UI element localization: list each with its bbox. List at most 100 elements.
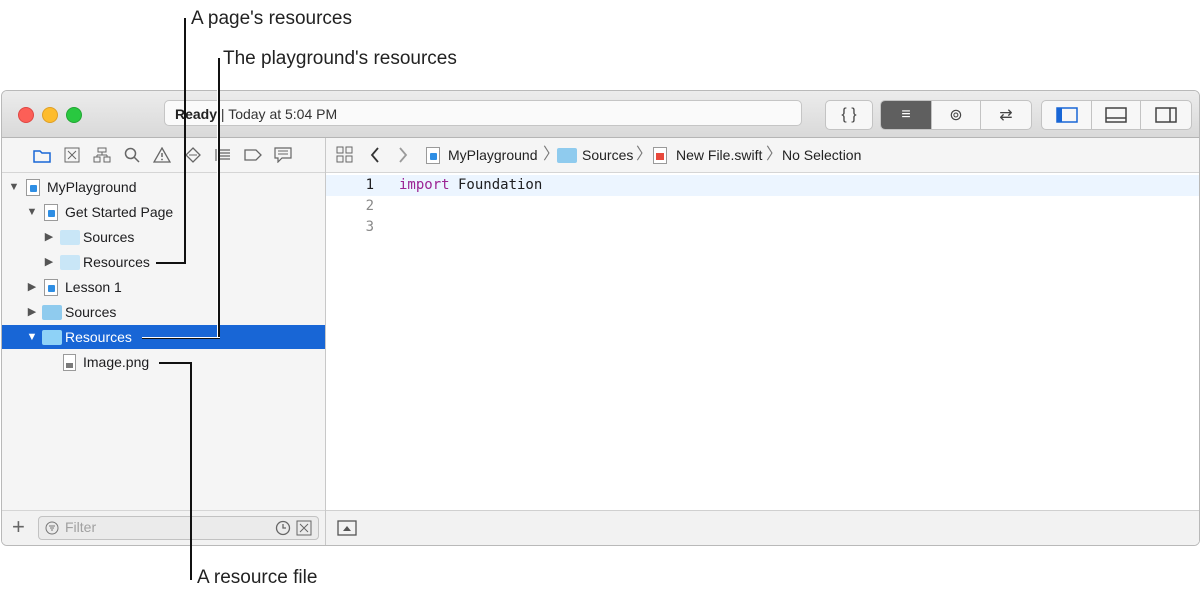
swift-file-icon [44,279,58,296]
line-number: 2 [365,198,374,214]
activity-viewer: Ready | Today at 5:04 PM [164,100,802,126]
xcode-window: Ready | Today at 5:04 PM { } ≡ ⊚ ⇄ ▼ MyP… [1,90,1200,546]
navigator-footer: + Filter [2,510,325,545]
tree-label: Sources [65,304,117,320]
code-line[interactable]: 3 [326,217,1199,238]
search-icon[interactable] [122,146,142,164]
filter-placeholder: Filter [65,519,97,535]
code-keyword: import [399,177,450,193]
line-number: 1 [365,177,374,193]
folder-nav-icon[interactable] [32,146,52,164]
tree-label: Image.png [83,354,150,370]
library-button-group: { } [825,100,873,130]
standard-editor-button[interactable]: ≡ [881,101,932,129]
tree-label: Resources [65,329,132,345]
library-button[interactable]: { } [826,101,872,129]
project-navigator: ▼ MyPlayground ▼ Get Started Page ▶ Sour… [2,138,326,545]
jumpbar-separator-icon: 〉 [636,146,653,163]
disclosure-expanded-icon[interactable]: ▼ [8,175,20,199]
breakpoint-tag-icon[interactable] [243,146,263,164]
callout-line-playground-resources [142,338,220,339]
report-bubble-icon[interactable] [273,146,293,164]
version-editor-button[interactable]: ⇄ [981,101,1031,129]
jump-bar: MyPlayground 〉 Sources 〉 New File.swift … [326,138,1199,173]
navigator-toolbar [2,138,325,173]
callout-line-page-resources [184,18,186,264]
tree-label: Sources [83,229,135,245]
folder-icon [60,230,80,245]
disclosure-collapsed-icon[interactable]: ▶ [43,225,55,249]
callout-playground-resources: The playground's resources [223,48,457,69]
code-identifier: Foundation [449,177,543,193]
code-editor[interactable]: 1 import Foundation 2 3 [326,173,1199,509]
source-control-filter-icon[interactable] [296,520,312,536]
swift-file-icon [44,204,58,221]
code-text: import Foundation [399,175,542,196]
jumpbar-separator-icon: 〉 [766,146,783,163]
debug-bar [326,510,1199,545]
image-file-icon [63,354,76,371]
callout-line-page-resources [156,262,186,264]
tree-label: Resources [83,254,150,270]
add-icon[interactable]: + [12,515,25,539]
debug-nav-icon[interactable] [213,146,233,164]
tree-row-get-started-page[interactable]: ▼ Get Started Page [2,200,325,224]
tree-row-myplayground[interactable]: ▼ MyPlayground [2,175,325,199]
callout-resource-file: A resource file [197,567,318,588]
filter-field[interactable]: Filter [38,516,319,540]
folder-icon [42,305,62,320]
folder-icon [60,255,80,270]
editor-area: MyPlayground 〉 Sources 〉 New File.swift … [326,138,1199,545]
tree-row-sources[interactable]: ▶ Sources [2,300,325,324]
recent-clock-icon[interactable] [275,520,291,536]
symbol-nav-icon[interactable] [92,146,112,164]
source-control-nav-icon[interactable] [62,146,82,164]
line-number: 3 [365,219,374,235]
disclosure-collapsed-icon[interactable]: ▶ [26,275,38,299]
swift-file-icon [26,179,40,196]
callout-line-resource-file [190,362,192,580]
code-line[interactable]: 2 [326,196,1199,217]
status-ready: Ready [175,106,218,122]
jumpbar-item-sources[interactable]: Sources [582,138,633,172]
zoom-button[interactable] [66,107,82,123]
swift-source-file-icon [653,147,667,164]
callout-page-resources: A page's resources [191,8,352,29]
disclosure-expanded-icon[interactable]: ▼ [26,325,38,349]
jumpbar-item-new-file[interactable]: New File.swift [676,138,762,172]
disclosure-collapsed-icon[interactable]: ▶ [43,250,55,274]
warning-icon[interactable] [152,146,172,164]
debug-area-toggle-button[interactable] [1092,101,1141,129]
minimize-button[interactable] [42,107,58,123]
close-button[interactable] [18,107,34,123]
title-bar: Ready | Today at 5:04 PM { } ≡ ⊚ ⇄ [2,91,1199,138]
tree-row-lesson-1[interactable]: ▶ Lesson 1 [2,275,325,299]
callout-line-resource-file [159,362,192,364]
disclosure-collapsed-icon[interactable]: ▶ [26,300,38,324]
folder-icon [557,148,577,163]
callout-line-playground-resources [218,58,220,339]
folder-icon [42,330,62,345]
tree-label: Get Started Page [65,204,174,220]
swift-file-icon [426,147,440,164]
tree-label: MyPlayground [47,179,137,195]
assistant-editor-button[interactable]: ⊚ [932,101,981,129]
back-chevron-icon[interactable] [369,146,381,164]
test-diamond-icon[interactable] [183,146,203,164]
forward-chevron-icon[interactable] [397,146,409,164]
jumpbar-item-playground[interactable]: MyPlayground [448,138,538,172]
related-items-grid-icon[interactable] [336,146,354,164]
navigator-panel-icon [1055,107,1078,123]
code-line[interactable]: 1 import Foundation [326,175,1199,196]
editor-mode-group: ≡ ⊚ ⇄ [880,100,1032,130]
inspector-toggle-button[interactable] [1141,101,1191,129]
tree-row-page-sources[interactable]: ▶ Sources [2,225,325,249]
inspector-panel-icon [1155,107,1177,123]
filter-icon [45,521,59,535]
panel-toggle-group [1041,100,1192,130]
disclosure-expanded-icon[interactable]: ▼ [26,200,38,224]
jumpbar-item-no-selection[interactable]: No Selection [782,138,861,172]
status-timestamp: | Today at 5:04 PM [217,106,338,122]
navigator-toggle-button[interactable] [1042,101,1092,129]
show-debug-area-icon[interactable] [337,520,357,536]
